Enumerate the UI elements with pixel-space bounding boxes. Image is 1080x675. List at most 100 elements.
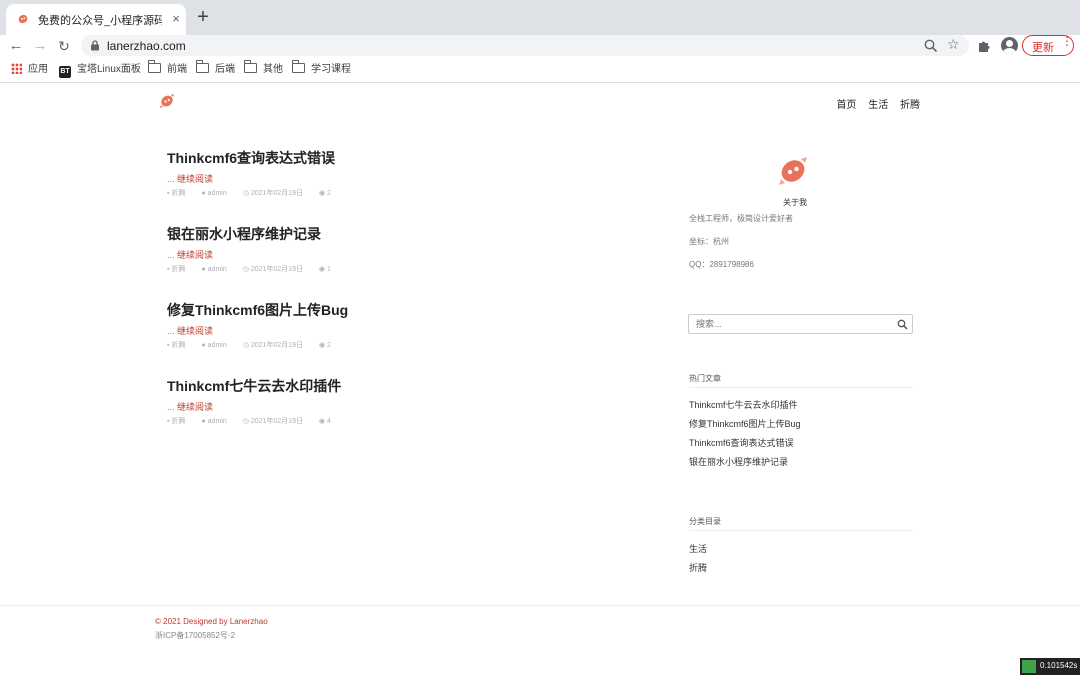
eye-icon: ◉ bbox=[318, 190, 326, 197]
post-date: 2021年02月19日 bbox=[250, 266, 303, 273]
bookmarks-bar: 应用 BT 宝塔Linux面板 前端 后端 其他 学习课程 bbox=[0, 57, 1080, 83]
back-arrow-icon[interactable]: ← bbox=[6, 36, 26, 56]
forward-arrow-icon[interactable]: → bbox=[30, 36, 50, 56]
eye-icon: ◉ bbox=[318, 266, 326, 273]
post-title[interactable]: Thinkcmf6查询表达式错误 bbox=[167, 149, 637, 167]
footer-divider bbox=[0, 605, 1080, 606]
search-box bbox=[688, 314, 913, 334]
category-link-tinker[interactable]: 折腾 bbox=[689, 561, 707, 574]
hot-post-link[interactable]: Thinkcmf七牛云去水印插件 bbox=[689, 398, 798, 411]
eye-icon: ◉ bbox=[318, 418, 326, 425]
post-category[interactable]: 折腾 bbox=[171, 418, 185, 425]
post-date: 2021年02月19日 bbox=[250, 418, 303, 425]
nav-home[interactable]: 首页 bbox=[836, 100, 856, 111]
hot-post-link[interactable]: Thinkcmf6查询表达式错误 bbox=[689, 436, 794, 449]
update-button[interactable]: 更新 ⋮ bbox=[1022, 35, 1074, 56]
site-logo-icon[interactable] bbox=[158, 92, 176, 110]
footer-copyright[interactable]: © 2021 Designed by Lanerzhao bbox=[155, 617, 268, 626]
post-meta: ▪ 折腾 ● admin ◷ 2021年02月19日 ◉ 2 bbox=[167, 189, 637, 199]
post-author: admin bbox=[207, 418, 227, 425]
about-bio: 全栈工程师，极简设计爱好者 bbox=[689, 214, 793, 223]
post-date: 2021年02月19日 bbox=[250, 342, 303, 349]
folder-icon bbox=[196, 60, 209, 73]
address-bar[interactable]: lanerzhao.com ☆ bbox=[81, 35, 969, 56]
folder-icon bbox=[244, 60, 257, 73]
timing-badge[interactable]: 0.101542s bbox=[1020, 658, 1080, 675]
zoom-icon[interactable] bbox=[923, 38, 939, 54]
lock-icon bbox=[91, 40, 99, 51]
hot-post-link[interactable]: 修复Thinkcmf6图片上传Bug bbox=[689, 417, 801, 430]
debug-logo-icon bbox=[1022, 660, 1036, 673]
bookmark-label: 宝塔Linux面板 bbox=[77, 64, 141, 75]
bookmark-label: 后端 bbox=[215, 64, 235, 75]
folder-icon: ▪ bbox=[167, 190, 170, 197]
folder-icon bbox=[292, 60, 305, 73]
search-input[interactable] bbox=[696, 319, 886, 329]
post-title[interactable]: Thinkcmf七牛云去水印插件 bbox=[167, 377, 637, 395]
clock-icon: ◷ bbox=[242, 266, 249, 273]
about-location: 坐标：杭州 bbox=[689, 237, 729, 246]
nav-life[interactable]: 生活 bbox=[868, 100, 888, 111]
menu-dots-icon: ⋮ bbox=[1061, 34, 1073, 48]
bookmark-apps[interactable]: 应用 bbox=[11, 63, 48, 77]
profile-body-shape bbox=[1003, 48, 1016, 54]
post-views: 4 bbox=[327, 418, 331, 425]
bt-icon: BT bbox=[59, 66, 71, 78]
post-item: 银在丽水小程序维护记录 ... 继续阅读 ▪ 折腾 ● admin ◷ 2021年02… bbox=[167, 225, 637, 275]
timing-value: 0.101542s bbox=[1040, 661, 1078, 670]
browser-tab[interactable]: 免费的公众号_小程序源码网站 兰 × bbox=[6, 4, 186, 35]
user-icon: ● bbox=[201, 266, 206, 273]
post-author: admin bbox=[207, 190, 227, 197]
reload-icon[interactable]: ↻ bbox=[54, 36, 74, 56]
bookmark-star-icon[interactable]: ☆ bbox=[947, 36, 960, 53]
user-icon: ● bbox=[201, 190, 206, 197]
ellipsis: ... bbox=[167, 402, 175, 412]
folder-icon bbox=[148, 60, 161, 73]
post-item: Thinkcmf七牛云去水印插件 ... 继续阅读 ▪ 折腾 ● admin ◷ 20… bbox=[167, 377, 637, 427]
bookmark-folder-frontend[interactable]: 前端 bbox=[148, 60, 187, 77]
search-icon[interactable] bbox=[897, 319, 908, 330]
post-meta: ▪ 折腾 ● admin ◷ 2021年02月19日 ◉ 2 bbox=[167, 341, 637, 351]
post-item: Thinkcmf6查询表达式错误 ... 继续阅读 ▪ 折腾 ● admin ◷ 20… bbox=[167, 149, 637, 199]
bookmark-folder-courses[interactable]: 学习课程 bbox=[292, 60, 351, 77]
post-views: 2 bbox=[327, 342, 331, 349]
nav-tinker[interactable]: 折腾 bbox=[900, 100, 920, 111]
extensions-puzzle-icon[interactable] bbox=[977, 38, 992, 53]
new-tab-button[interactable]: + bbox=[193, 7, 213, 27]
url-text[interactable]: lanerzhao.com bbox=[107, 39, 186, 53]
user-icon: ● bbox=[201, 342, 206, 349]
site-nav: 首页 生活 折腾 bbox=[827, 96, 920, 111]
bookmark-folder-other[interactable]: 其他 bbox=[244, 60, 283, 77]
apps-grid-icon bbox=[11, 63, 22, 74]
bookmark-label: 前端 bbox=[167, 64, 187, 75]
read-more-link[interactable]: 继续阅读 bbox=[177, 326, 213, 336]
read-more-link[interactable]: 继续阅读 bbox=[177, 250, 213, 260]
folder-icon: ▪ bbox=[167, 342, 170, 349]
categories-title: 分类目录 bbox=[689, 516, 913, 531]
folder-icon: ▪ bbox=[167, 266, 170, 273]
post-author: admin bbox=[207, 266, 227, 273]
post-category[interactable]: 折腾 bbox=[171, 190, 185, 197]
post-title[interactable]: 修复Thinkcmf6图片上传Bug bbox=[167, 301, 637, 319]
category-link-life[interactable]: 生活 bbox=[689, 542, 707, 555]
profile-avatar-icon[interactable] bbox=[1001, 37, 1018, 54]
tab-close-icon[interactable]: × bbox=[168, 11, 184, 27]
bookmark-folder-backend[interactable]: 后端 bbox=[196, 60, 235, 77]
bookmark-label: 其他 bbox=[263, 64, 283, 75]
post-views: 2 bbox=[327, 190, 331, 197]
post-meta: ▪ 折腾 ● admin ◷ 2021年02月19日 ◉ 4 bbox=[167, 417, 637, 427]
hot-post-link[interactable]: 银在丽水小程序维护记录 bbox=[689, 455, 788, 468]
post-views: 1 bbox=[327, 266, 331, 273]
tab-title: 免费的公众号_小程序源码网站 兰 bbox=[38, 15, 162, 27]
read-more-link[interactable]: 继续阅读 bbox=[177, 402, 213, 412]
footer-icp[interactable]: 浙ICP备17005852号-2 bbox=[155, 630, 235, 641]
read-more-link[interactable]: 继续阅读 bbox=[177, 174, 213, 184]
bookmark-bt-panel[interactable]: BT 宝塔Linux面板 bbox=[59, 63, 141, 78]
clock-icon: ◷ bbox=[242, 190, 249, 197]
post-category[interactable]: 折腾 bbox=[171, 342, 185, 349]
ellipsis: ... bbox=[167, 250, 175, 260]
ellipsis: ... bbox=[167, 174, 175, 184]
browser-toolbar: ← → ↻ lanerzhao.com ☆ 更新 ⋮ bbox=[0, 35, 1080, 57]
post-title[interactable]: 银在丽水小程序维护记录 bbox=[167, 225, 637, 243]
post-category[interactable]: 折腾 bbox=[171, 266, 185, 273]
